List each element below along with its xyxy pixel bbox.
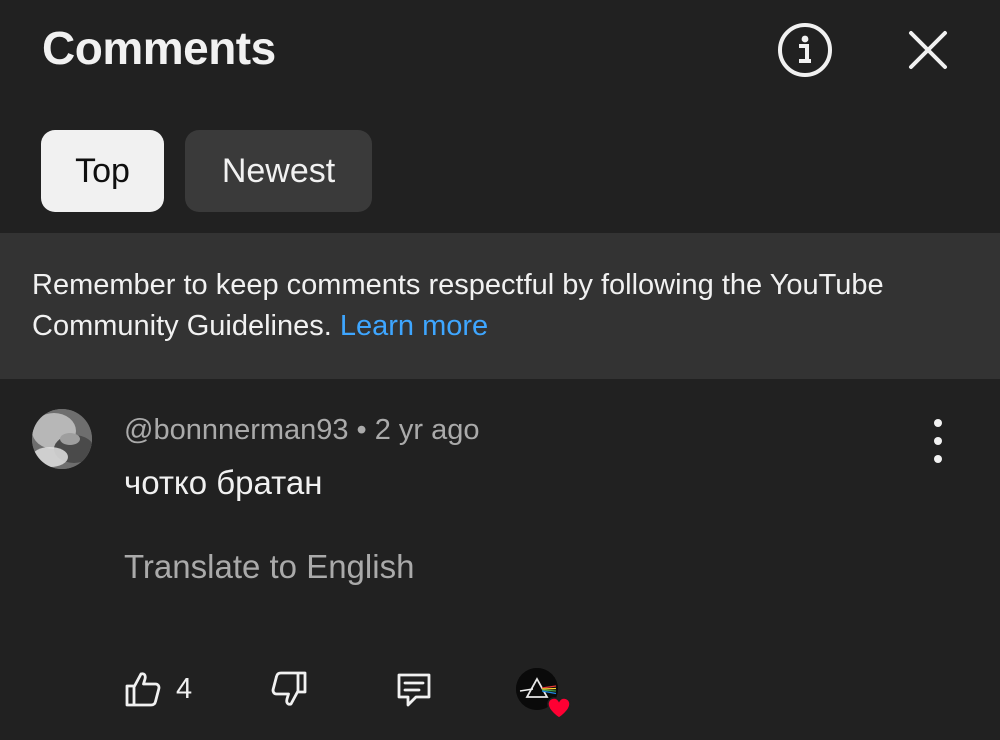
comment-item: @bonnnerman93 • 2 yr ago чотко братан Tran… bbox=[0, 379, 1000, 740]
comment-time: 2 yr ago bbox=[374, 414, 480, 446]
sort-chip-top[interactable]: Top bbox=[41, 130, 164, 212]
close-icon bbox=[909, 31, 947, 69]
like-count: 4 bbox=[176, 672, 193, 705]
info-button[interactable] bbox=[775, 20, 835, 80]
thumbs-up-icon bbox=[125, 672, 161, 707]
like-button[interactable]: 4 bbox=[124, 666, 192, 712]
comment-more-button[interactable] bbox=[918, 419, 958, 463]
guidelines-notice-text: Remember to keep comments respectful by … bbox=[32, 265, 972, 347]
sort-chips: Top Newest bbox=[41, 130, 372, 212]
page-title: Comments bbox=[42, 22, 276, 74]
comment-actions: 4 bbox=[124, 666, 724, 719]
more-vert-icon bbox=[934, 419, 942, 427]
more-vert-icon-dot bbox=[934, 437, 942, 445]
dislike-button[interactable] bbox=[270, 666, 308, 712]
sort-chip-newest[interactable]: Newest bbox=[185, 130, 372, 212]
meta-separator: • bbox=[356, 414, 367, 446]
reply-button[interactable] bbox=[394, 666, 434, 712]
info-circle-icon bbox=[778, 23, 832, 77]
avatar[interactable] bbox=[32, 409, 92, 469]
creator-heart-badge bbox=[516, 666, 571, 719]
more-vert-icon-dot bbox=[934, 455, 942, 463]
comment-text: чотко братан bbox=[124, 464, 323, 501]
comments-header: Comments bbox=[0, 0, 1000, 100]
comments-panel: Comments Top Newest Remember to keep com… bbox=[0, 0, 1000, 740]
creator-avatar bbox=[516, 668, 571, 719]
close-button[interactable] bbox=[898, 20, 958, 80]
avatar-image bbox=[32, 409, 92, 469]
comment-meta: @bonnnerman93 • 2 yr ago bbox=[124, 411, 480, 449]
translate-button[interactable]: Translate to English bbox=[124, 545, 414, 589]
heart-icon bbox=[547, 697, 571, 719]
thumbs-down-icon bbox=[271, 671, 307, 706]
reply-comment-icon bbox=[397, 673, 431, 707]
comment-author[interactable]: @bonnnerman93 bbox=[124, 414, 349, 446]
learn-more-link[interactable]: Learn more bbox=[340, 310, 488, 342]
